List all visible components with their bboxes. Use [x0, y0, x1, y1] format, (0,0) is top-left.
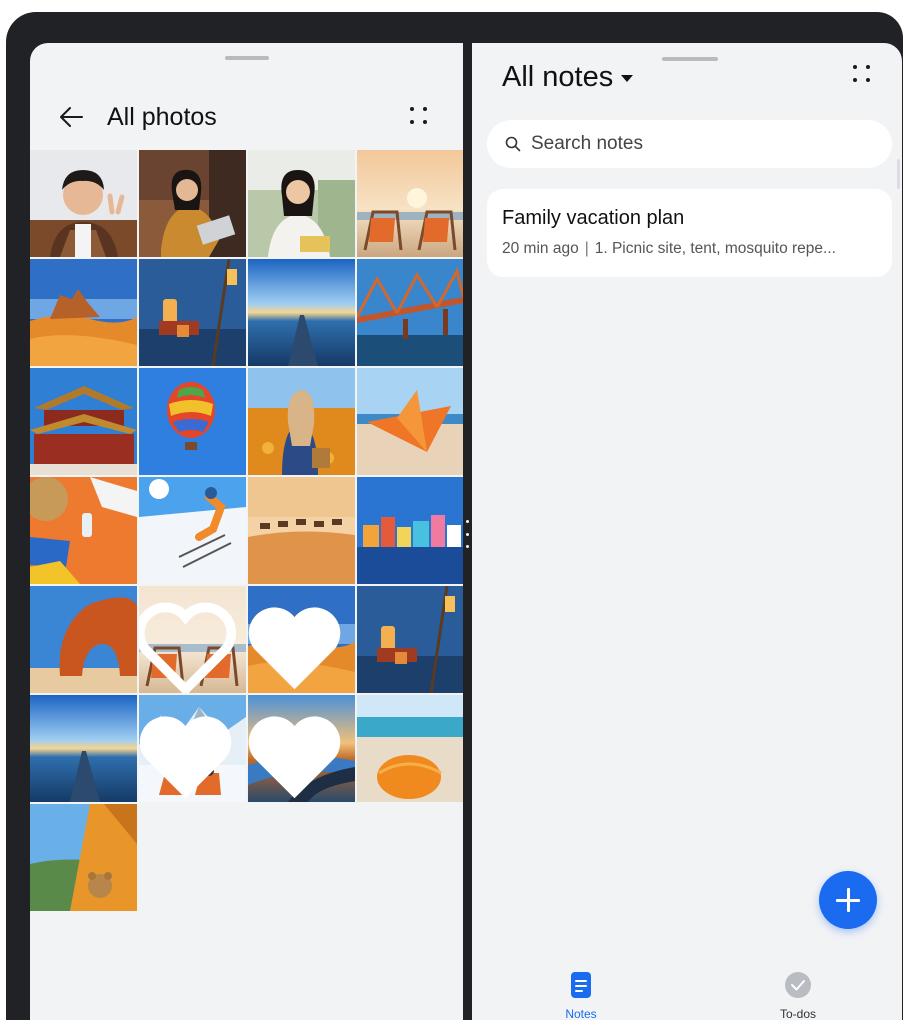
photo-bridge[interactable]	[357, 259, 463, 366]
photo-woman-flowers[interactable]	[248, 368, 355, 475]
photo-orange-umbrella[interactable]	[357, 695, 463, 802]
photo-grid	[30, 150, 463, 911]
heart-icon	[139, 602, 237, 693]
search-placeholder: Search notes	[531, 133, 643, 154]
photo-man-portrait[interactable]	[30, 150, 137, 257]
arrow-left-icon[interactable]	[57, 102, 87, 132]
heart-icon	[139, 716, 232, 799]
chevron-down-icon	[621, 75, 634, 82]
notes-icon	[571, 972, 591, 998]
more-options-icon[interactable]	[408, 105, 430, 127]
note-card[interactable]: Family vacation plan 20 min ago | 1. Picni…	[487, 159, 900, 277]
photo-woman-laptop[interactable]	[139, 150, 246, 257]
photo-colorful-houses[interactable]	[357, 477, 463, 584]
note-title: Family vacation plan	[502, 207, 685, 229]
add-note-button[interactable]	[819, 871, 877, 929]
photo-desert-rocks-2[interactable]	[248, 586, 355, 693]
photo-palace[interactable]	[30, 368, 137, 475]
gallery-pane: All photos	[30, 43, 463, 1020]
heart-icon	[248, 607, 341, 690]
foldable-device-frame: All photos All notes Search notes Family…	[6, 12, 903, 1020]
photo-woman-sofa[interactable]	[248, 150, 355, 257]
page-title: All notes	[502, 61, 614, 93]
tab-todos[interactable]: To-dos	[753, 971, 843, 1020]
photo-beach-chairs[interactable]	[357, 150, 463, 257]
notes-filter-dropdown[interactable]: All notes	[502, 57, 634, 97]
check-circle-icon	[785, 972, 811, 998]
heart-icon	[248, 716, 341, 799]
photo-desert-rocks[interactable]	[30, 259, 137, 366]
notes-pane: All notes Search notes Family vacation p…	[472, 43, 902, 1020]
photo-beach-chairs-2[interactable]	[139, 586, 246, 693]
photo-hot-air-balloon[interactable]	[139, 368, 246, 475]
note-subtitle: 20 min ago | 1. Picnic site, tent, mosquit…	[502, 240, 836, 258]
drag-handle[interactable]	[225, 56, 269, 60]
scroll-indicator	[897, 159, 900, 189]
search-icon	[505, 136, 521, 152]
photo-beach-items[interactable]	[30, 477, 137, 584]
photo-snow-mountain-chairs[interactable]	[139, 695, 246, 802]
photo-rock-arch[interactable]	[30, 586, 137, 693]
photo-skier[interactable]	[139, 477, 246, 584]
photo-paper-boat[interactable]	[357, 368, 463, 475]
more-options-icon[interactable]	[851, 63, 873, 85]
photo-camel-caravan[interactable]	[248, 477, 355, 584]
photo-lake-road[interactable]	[248, 695, 355, 802]
search-input[interactable]: Search notes	[487, 120, 892, 168]
drag-handle[interactable]	[662, 57, 718, 61]
split-divider-handle[interactable]	[466, 520, 469, 548]
photo-lantern-night-2[interactable]	[357, 586, 463, 693]
separator: |	[584, 240, 589, 257]
note-time: 20 min ago	[502, 240, 579, 257]
tab-notes[interactable]: Notes	[536, 971, 626, 1020]
page-title: All photos	[107, 103, 217, 131]
photo-tent-teddy[interactable]	[30, 804, 137, 911]
photo-sunrise-road[interactable]	[248, 259, 355, 366]
tab-todos-label: To-dos	[779, 1007, 817, 1020]
photo-lantern-night[interactable]	[139, 259, 246, 366]
tab-notes-label: Notes	[565, 1007, 597, 1020]
photo-sunrise-road-2[interactable]	[30, 695, 137, 802]
note-preview: 1. Picnic site, tent, mosquito repe...	[594, 240, 836, 257]
